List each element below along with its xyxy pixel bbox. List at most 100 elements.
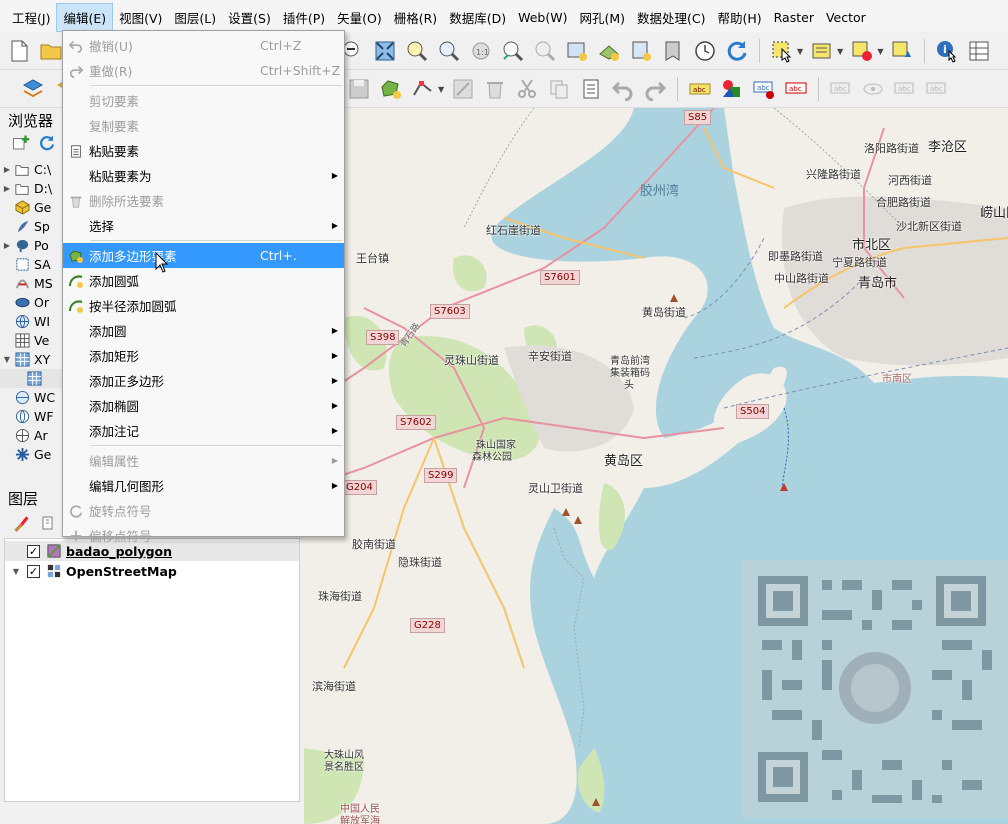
temporal-controller-icon[interactable]: [692, 38, 718, 64]
menu-item-label: 编辑几何图形: [89, 479, 165, 494]
menu-item-edit-attributes[interactable]: 编辑属性 ▶: [63, 448, 344, 473]
menu-item-paste-features-as[interactable]: 粘贴要素为 ▶: [63, 163, 344, 188]
menu-help[interactable]: 帮助(H): [711, 4, 767, 31]
new-3d-view-icon[interactable]: [596, 38, 622, 64]
menu-item-select[interactable]: 选择 ▶: [63, 213, 344, 238]
zoom-selection-icon[interactable]: [404, 38, 430, 64]
postgis-icon: [14, 238, 30, 254]
move-label-icon[interactable]: abc: [828, 76, 854, 102]
menu-item-add-arc[interactable]: 添加圆弧: [63, 268, 344, 293]
copy-features-icon[interactable]: [546, 76, 572, 102]
zoom-native-icon[interactable]: 1:1: [468, 38, 494, 64]
menu-item-rotate-point-symbols[interactable]: 旋转点符号: [63, 498, 344, 523]
menu-item-add-arc-by-radius[interactable]: 按半径添加圆弧: [63, 293, 344, 318]
menu-item-delete-selected[interactable]: 删除所选要素: [63, 188, 344, 213]
refresh-icon[interactable]: [724, 38, 750, 64]
chevron-down-icon[interactable]: ▼: [438, 85, 444, 94]
menu-plugins[interactable]: 插件(P): [277, 4, 331, 31]
open-project-icon[interactable]: [38, 38, 64, 64]
menu-item-add-annotation[interactable]: 添加注记 ▶: [63, 418, 344, 443]
save-edits-icon[interactable]: [346, 76, 372, 102]
chevron-right-icon[interactable]: ▶: [0, 184, 14, 193]
menu-processing[interactable]: 数据处理(C): [631, 4, 711, 31]
new-map-view-icon[interactable]: [564, 38, 590, 64]
rotate-label-icon[interactable]: abc: [892, 76, 918, 102]
menu-raster-en[interactable]: Raster: [768, 6, 820, 29]
menu-view[interactable]: 视图(V): [113, 4, 168, 31]
menu-item-undo[interactable]: 撤销(U) Ctrl+Z: [63, 33, 344, 58]
chevron-down-icon[interactable]: ▼: [837, 47, 843, 56]
zoom-last-icon[interactable]: [500, 38, 526, 64]
menu-project[interactable]: 工程(J): [6, 4, 56, 31]
menu-mesh[interactable]: 网孔(M): [573, 4, 631, 31]
show-bookmarks-icon[interactable]: [660, 38, 686, 64]
add-group-icon[interactable]: [40, 514, 58, 532]
cut-features-icon[interactable]: [514, 76, 540, 102]
pin-label-icon[interactable]: abc: [751, 76, 777, 102]
chevron-right-icon[interactable]: ▶: [0, 165, 14, 174]
delete-selected-icon[interactable]: [482, 76, 508, 102]
menu-raster[interactable]: 栅格(R): [388, 4, 443, 31]
menu-vector[interactable]: 矢量(O): [331, 4, 388, 31]
label-tool-icon[interactable]: abc: [687, 76, 713, 102]
label-style-icon[interactable]: [719, 76, 745, 102]
change-label-icon[interactable]: abc: [924, 76, 950, 102]
menu-item-add-circle[interactable]: 添加圆 ▶: [63, 318, 344, 343]
paste-features-icon[interactable]: [578, 76, 604, 102]
menu-database[interactable]: 数据库(D): [443, 4, 512, 31]
select-location-icon[interactable]: [889, 38, 915, 64]
add-selected-layers-icon[interactable]: [12, 134, 30, 152]
menu-item-cut-features[interactable]: 剪切要素: [63, 88, 344, 113]
polygon-layer-icon: [46, 543, 62, 559]
menu-item-paste-features[interactable]: 粘贴要素: [63, 138, 344, 163]
menu-item-add-regular-polygon[interactable]: 添加正多边形 ▶: [63, 368, 344, 393]
raster-layer-icon: [46, 563, 62, 579]
menu-item-copy-features[interactable]: 复制要素: [63, 113, 344, 138]
layer-item-openstreetmap[interactable]: ▼ ✓ OpenStreetMap: [5, 561, 299, 581]
add-polygon-icon[interactable]: [378, 76, 404, 102]
menu-settings[interactable]: 设置(S): [222, 4, 277, 31]
highlight-label-icon[interactable]: abc: [783, 76, 809, 102]
menu-item-label: 添加矩形: [89, 349, 140, 364]
show-hide-label-icon[interactable]: [860, 76, 886, 102]
select-features-icon[interactable]: [769, 38, 795, 64]
layer-visibility-checkbox[interactable]: ✓: [27, 564, 40, 578]
chevron-down-icon[interactable]: ▼: [5, 567, 27, 576]
menu-item-add-rectangle[interactable]: 添加矩形 ▶: [63, 343, 344, 368]
zoom-full-icon[interactable]: [372, 38, 398, 64]
vertex-tool-icon[interactable]: [410, 76, 436, 102]
refresh-icon[interactable]: [38, 134, 56, 152]
undo-icon[interactable]: [610, 76, 636, 102]
map-canvas[interactable]: 胶州湾 洛阳路街道 李沧区 兴隆路街道 河西街道 崂山区 合肥路街道 沙北新区街…: [304, 108, 1008, 824]
menu-vector-en[interactable]: Vector: [820, 6, 872, 29]
svg-text:abc: abc: [930, 85, 943, 93]
menu-item-label: 旋转点符号: [89, 504, 152, 519]
chevron-down-icon[interactable]: ▼: [877, 47, 883, 56]
menu-item-edit-geometry[interactable]: 编辑几何图形 ▶: [63, 473, 344, 498]
road-shield: S504: [736, 404, 770, 419]
identify-features-icon[interactable]: i: [934, 38, 960, 64]
redo-icon[interactable]: [642, 76, 668, 102]
zoom-layer-icon[interactable]: [436, 38, 462, 64]
menu-item-offset-point-symbols[interactable]: 偏移点符号: [63, 523, 344, 548]
select-by-value-icon[interactable]: [809, 38, 835, 64]
chevron-down-icon[interactable]: ▼: [797, 47, 803, 56]
add-layer-icon[interactable]: [20, 76, 46, 102]
menu-item-add-ellipse[interactable]: 添加椭圆 ▶: [63, 393, 344, 418]
menu-web[interactable]: Web(W): [512, 6, 573, 29]
layers-panel-title: 图层: [8, 490, 39, 508]
menu-item-add-polygon-feature[interactable]: 添加多边形要素 Ctrl+.: [63, 243, 344, 268]
menu-edit[interactable]: 编辑(E): [56, 2, 114, 32]
layer-visibility-checkbox[interactable]: ✓: [27, 544, 40, 558]
new-project-icon[interactable]: [6, 38, 32, 64]
attribute-table-icon[interactable]: [966, 38, 992, 64]
chevron-down-icon[interactable]: ▼: [0, 355, 14, 364]
deselect-all-icon[interactable]: [849, 38, 875, 64]
style-layer-icon[interactable]: [12, 514, 30, 532]
menu-item-redo[interactable]: 重做(R) Ctrl+Shift+Z: [63, 58, 344, 83]
new-bookmark-icon[interactable]: [628, 38, 654, 64]
modify-attributes-icon[interactable]: [450, 76, 476, 102]
menu-layer[interactable]: 图层(L): [168, 4, 222, 31]
chevron-right-icon[interactable]: ▶: [0, 241, 14, 250]
zoom-next-icon[interactable]: [532, 38, 558, 64]
